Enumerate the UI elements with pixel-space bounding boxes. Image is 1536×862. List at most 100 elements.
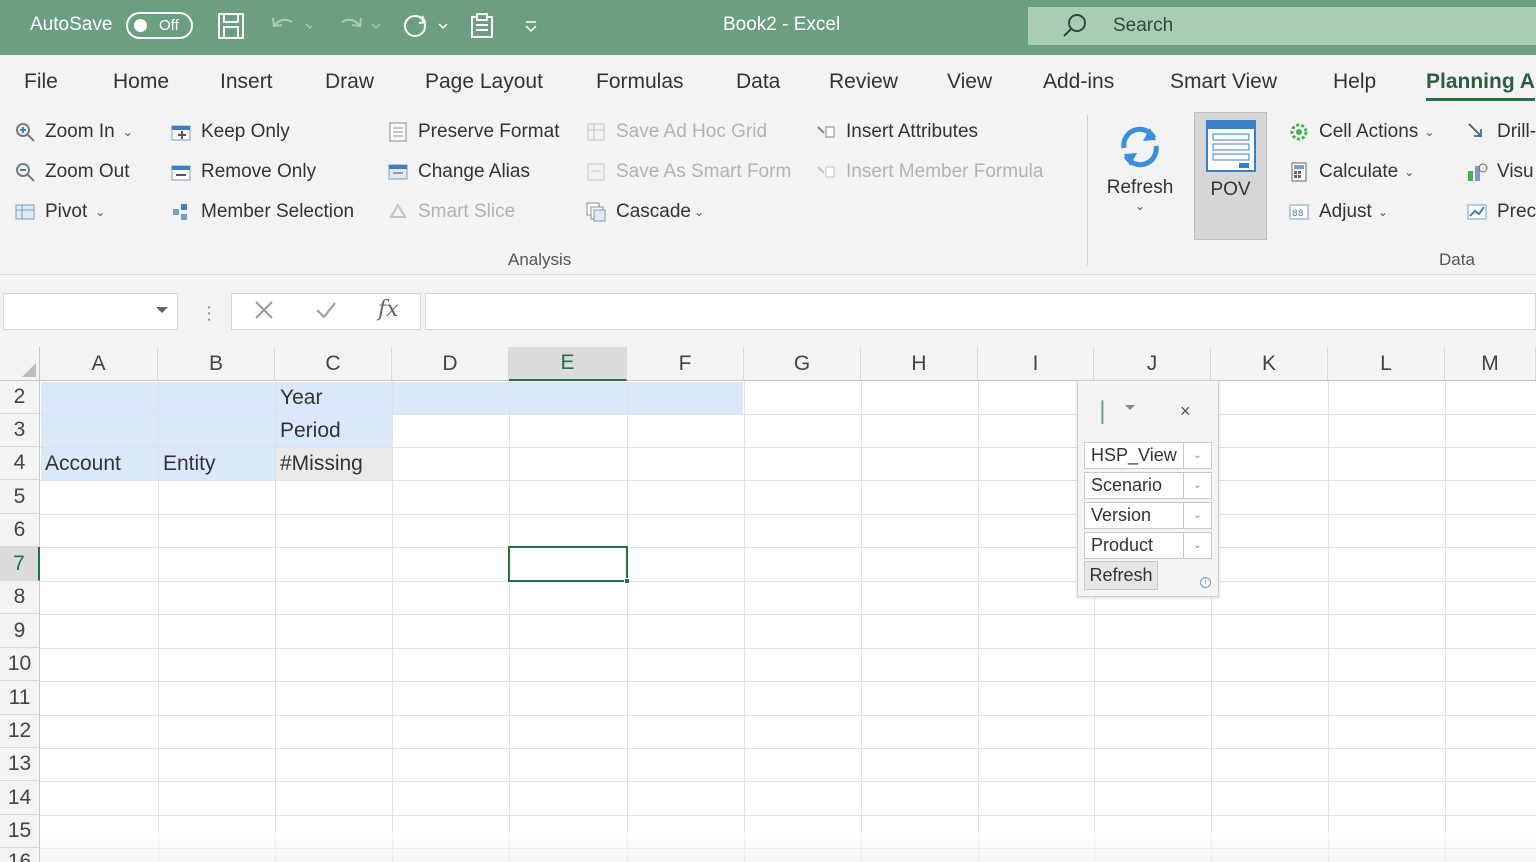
cell-c2[interactable]: Year <box>275 381 322 414</box>
pov-refresh-button[interactable]: Refresh <box>1084 561 1158 590</box>
tab-page-layout[interactable]: Page Layout <box>425 70 543 94</box>
tab-add-ins[interactable]: Add-ins <box>1043 70 1114 94</box>
cell-c3[interactable]: Period <box>275 414 341 447</box>
tab-insert[interactable]: Insert <box>220 70 273 94</box>
active-cell-e7[interactable] <box>508 546 630 584</box>
member-selection-button[interactable]: Member Selection <box>170 201 354 223</box>
worksheet-grid[interactable]: A B C D E F G H I J K L M 2 3 4 5 6 7 8 … <box>0 347 1536 862</box>
tab-home[interactable]: Home <box>113 70 169 94</box>
row-header-9[interactable]: 9 <box>0 614 40 648</box>
row-header-16[interactable]: 16 <box>0 848 40 862</box>
chevron-down-icon[interactable] <box>156 307 168 313</box>
keep-only-button[interactable]: Keep Only <box>170 121 290 143</box>
clipboard-icon[interactable] <box>468 11 496 41</box>
save-ad-hoc-grid-button[interactable]: Save Ad Hoc Grid <box>585 121 767 143</box>
tab-formulas[interactable]: Formulas <box>596 70 684 94</box>
more-options-icon[interactable]: ⋮ <box>200 303 218 324</box>
column-header-e[interactable]: E <box>509 347 627 381</box>
column-header-d[interactable]: D <box>392 347 509 381</box>
enter-check-icon[interactable] <box>314 298 338 327</box>
smart-slice-button[interactable]: Smart Slice <box>387 201 515 223</box>
row-header-3[interactable]: 3 <box>0 414 40 447</box>
row-header-6[interactable]: 6 <box>0 514 40 547</box>
pov-dimension-hsp-view[interactable]: HSP_View ⌄ <box>1084 442 1212 469</box>
tab-review[interactable]: Review <box>829 70 898 94</box>
autosave-toggle[interactable]: Off <box>126 12 193 39</box>
cascade-button[interactable]: Cascade ⌄ <box>585 201 704 223</box>
remove-only-button[interactable]: Remove Only <box>170 161 316 183</box>
refresh-button[interactable]: Refresh ⌄ <box>1100 115 1180 213</box>
close-icon[interactable]: × <box>1180 401 1191 422</box>
visualize-button[interactable]: Visu <box>1466 161 1534 183</box>
column-header-l[interactable]: L <box>1328 347 1445 381</box>
zoom-out-button[interactable]: Zoom Out <box>14 161 129 183</box>
column-header-h[interactable]: H <box>861 347 978 381</box>
row-header-12[interactable]: 12 <box>0 715 40 748</box>
pov-dimension-version[interactable]: Version ⌄ <box>1084 502 1212 529</box>
row-header-2[interactable]: 2 <box>0 381 40 414</box>
row-header-11[interactable]: 11 <box>0 681 40 715</box>
customize-qat-icon[interactable] <box>520 11 542 41</box>
cell-actions-button[interactable]: Cell Actions ⌄ <box>1288 121 1434 143</box>
refresh-quick-icon[interactable] <box>400 11 452 41</box>
column-header-j[interactable]: J <box>1094 347 1211 381</box>
cancel-icon[interactable] <box>252 298 276 327</box>
pov-dimension-scenario[interactable]: Scenario ⌄ <box>1084 472 1212 499</box>
pivot-button[interactable]: Pivot ⌄ <box>14 201 105 223</box>
tab-help[interactable]: Help <box>1333 70 1376 94</box>
insert-function-icon[interactable]: fx <box>378 297 399 322</box>
row-header-4[interactable]: 4 <box>0 447 40 480</box>
tab-draw[interactable]: Draw <box>325 70 374 94</box>
column-header-k[interactable]: K <box>1211 347 1328 381</box>
insert-member-formula-button[interactable]: Insert Member Formula <box>815 161 1043 183</box>
search-box[interactable]: Search <box>1028 7 1536 45</box>
redo-icon[interactable] <box>334 11 382 41</box>
column-header-b[interactable]: B <box>158 347 275 381</box>
row-header-7[interactable]: 7 <box>0 547 40 581</box>
zoom-in-button[interactable]: Zoom In ⌄ <box>14 121 133 143</box>
drill-through-button[interactable]: Drill- <box>1466 121 1536 143</box>
fill-handle[interactable] <box>624 578 630 584</box>
save-icon[interactable] <box>216 11 246 41</box>
cell-b4[interactable]: Entity <box>158 447 216 480</box>
chevron-down-icon[interactable]: ⌄ <box>1183 473 1211 498</box>
row-header-15[interactable]: 15 <box>0 815 40 848</box>
formula-input[interactable] <box>425 293 1536 330</box>
insert-attributes-button[interactable]: Insert Attributes <box>815 121 978 143</box>
change-alias-button[interactable]: Change Alias <box>387 161 530 183</box>
save-as-smart-form-button[interactable]: Save As Smart Form <box>585 161 791 183</box>
pov-panel[interactable]: ⎥ × HSP_View ⌄ Scenario ⌄ Version ⌄ Prod… <box>1077 380 1219 597</box>
pov-dimension-product[interactable]: Product ⌄ <box>1084 532 1212 559</box>
tab-view[interactable]: View <box>947 70 992 94</box>
row-header-14[interactable]: 14 <box>0 781 40 815</box>
column-header-i[interactable]: I <box>978 347 1094 381</box>
column-header-m[interactable]: M <box>1445 347 1536 381</box>
name-box[interactable] <box>3 293 178 330</box>
chevron-down-icon[interactable]: ⌄ <box>1183 533 1211 558</box>
cell-a4[interactable]: Account <box>40 447 121 480</box>
column-header-f[interactable]: F <box>627 347 744 381</box>
column-header-c[interactable]: C <box>275 347 392 381</box>
select-all-corner[interactable] <box>0 347 40 381</box>
tab-planning-ad-hoc[interactable]: Planning A <box>1426 70 1535 101</box>
adjust-button[interactable]: 88 Adjust ⌄ <box>1288 201 1388 223</box>
row-header-5[interactable]: 5 <box>0 480 40 514</box>
pov-button[interactable]: POV <box>1194 112 1267 240</box>
tab-smart-view[interactable]: Smart View <box>1170 70 1277 94</box>
row-header-13[interactable]: 13 <box>0 748 40 781</box>
pov-grip-icon[interactable]: ⎥ <box>1095 400 1105 425</box>
column-header-g[interactable]: G <box>744 347 861 381</box>
chevron-down-icon[interactable]: ⌄ <box>1183 443 1211 468</box>
chevron-down-icon[interactable]: ⌄ <box>1183 503 1211 528</box>
info-icon[interactable]: i <box>1200 577 1211 588</box>
row-header-10[interactable]: 10 <box>0 648 40 681</box>
chevron-down-icon[interactable] <box>1125 405 1135 410</box>
tab-data[interactable]: Data <box>736 70 780 94</box>
column-header-a[interactable]: A <box>40 347 158 381</box>
row-header-8[interactable]: 8 <box>0 581 40 614</box>
undo-icon[interactable] <box>268 11 312 41</box>
preserve-format-button[interactable]: Preserve Format <box>387 121 559 143</box>
predictive-button[interactable]: Prec <box>1466 201 1536 223</box>
cell-c4[interactable]: #Missing <box>275 447 363 480</box>
calculate-button[interactable]: Calculate ⌄ <box>1288 161 1414 183</box>
